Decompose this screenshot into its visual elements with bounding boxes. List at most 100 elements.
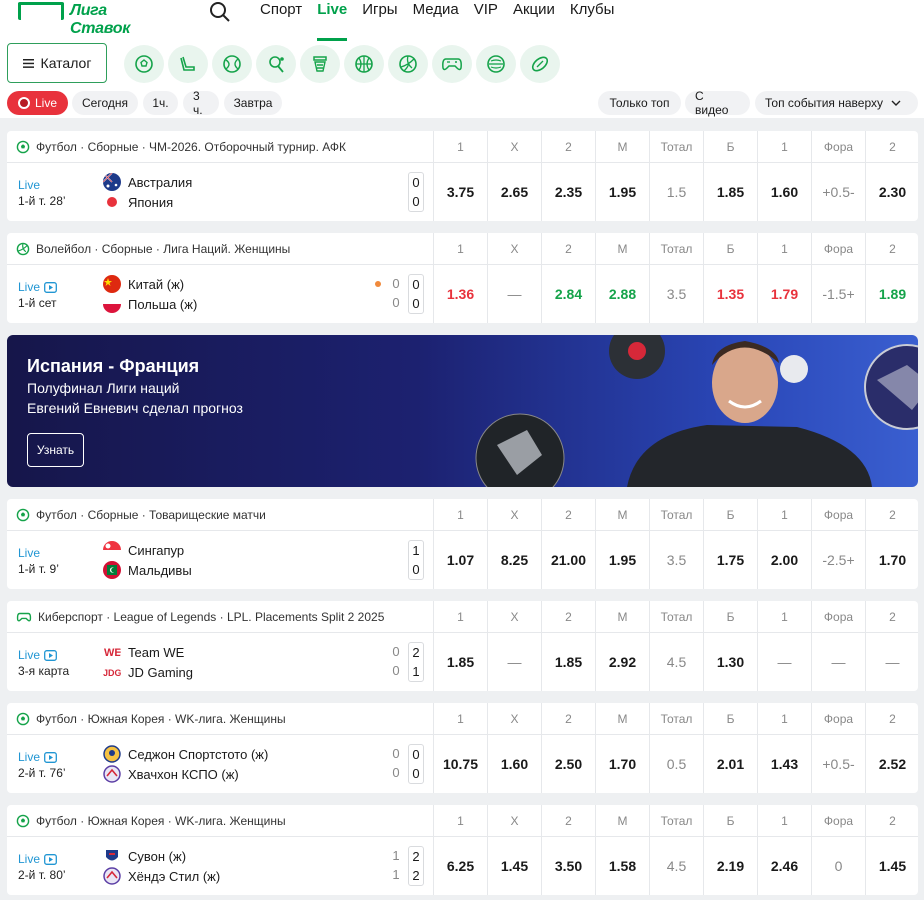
banner-button[interactable]: Узнать [27,433,84,467]
rugby-icon[interactable] [520,45,560,83]
odds-cell[interactable]: 3.75 [433,163,487,221]
odds-cell[interactable]: 1.95 [595,531,649,589]
odds-header-cell: X [487,233,541,265]
filter-today[interactable]: Сегодня [72,91,138,115]
odds-header-cell: Б [703,601,757,633]
basketball-hoop-icon[interactable] [300,45,340,83]
filter-live[interactable]: Live [7,91,68,115]
odds-cell[interactable]: 2.92 [595,633,649,691]
league-title[interactable]: Футбол · Сборные · ЧМ-2026. Отборочный т… [16,140,346,154]
filter-with-video[interactable]: С видео [685,89,750,117]
event-row[interactable]: Live 1-й сет Китай (ж) Польша (ж) 0 0 0 0 1.36—2… [7,265,918,323]
video-icon[interactable] [44,853,57,865]
event-row[interactable]: Live 2-й т. 80’ Сувон (ж) Хёндэ Стил (ж) 1 1 2… [7,837,918,895]
odds-cell[interactable]: 1.70 [865,531,918,589]
odds-cell[interactable]: 2.46 [757,837,811,895]
odds-cell[interactable]: 1.85 [703,163,757,221]
nav-media[interactable]: Медиа [413,1,459,41]
odds-header-cell: 2 [541,131,595,163]
tennis-icon[interactable] [212,45,252,83]
odds-cell[interactable]: 1.95 [595,163,649,221]
odds-cell[interactable]: 1.89 [865,265,918,323]
odds-cell[interactable]: 1.45 [865,837,918,895]
odds-cell[interactable]: 2.01 [703,735,757,793]
esports-icon[interactable] [432,45,472,83]
odds-header-cell: Б [703,703,757,735]
league-title[interactable]: Киберспорт · League of Legends · LPL. Pl… [16,610,384,624]
hockey-icon[interactable] [168,45,208,83]
team-away: Польша (ж) [103,295,197,313]
event-row[interactable]: Live 1-й т. 9’ Сингапур Мальдивы 1 0 1.07 8.25 2… [7,531,918,589]
odds-cell[interactable]: 1.60 [757,163,811,221]
odds-cell[interactable]: 1.30 [703,633,757,691]
odds-cell[interactable]: 1.45 [487,837,541,895]
odds-cell[interactable]: 1.79 [757,265,811,323]
promo-banner[interactable]: Испания - Франция Полуфинал Лиги наций Е… [7,335,918,487]
odds-cell[interactable]: 1.75 [703,531,757,589]
odds-cell[interactable]: 1.60 [487,735,541,793]
league-title[interactable]: Футбол · Южная Корея · WK-лига. Женщины [16,712,286,726]
nav-promos[interactable]: Акции [513,1,555,41]
soccer-icon[interactable] [124,45,164,83]
odds-header-cell: Тотал [649,601,703,633]
odds-cell[interactable]: — [487,633,541,691]
filter-1h[interactable]: 1ч. [143,91,178,115]
odds-cell[interactable]: — [487,265,541,323]
odds-cell: 4.5 [649,633,703,691]
odds-cell[interactable]: 1.85 [541,633,595,691]
filter-only-top[interactable]: Только топ [598,91,681,115]
video-icon[interactable] [44,281,57,293]
odds-cell[interactable]: 2.30 [865,163,918,221]
odds-cell[interactable]: 3.50 [541,837,595,895]
odds-cell[interactable]: — [757,633,811,691]
league-title[interactable]: Футбол · Сборные · Товарищеские матчи [16,508,266,522]
league-title[interactable]: Волейбол · Сборные · Лига Наций. Женщины [16,242,290,256]
event-row[interactable]: Live 3-я карта WE Team WE JDG JD Gaming 0 0 2 1 1.… [7,633,918,691]
filter-tomorrow[interactable]: Завтра [224,91,282,115]
odds-header-cell: 1 [757,805,811,837]
event-row[interactable]: Live 2-й т. 76’ Седжон Спортстото (ж) Хвачх… [7,735,918,793]
odds-cell[interactable]: 2.88 [595,265,649,323]
filter-3h[interactable]: 3 ч. [183,89,219,117]
odds-cell: 4.5 [649,837,703,895]
odds-cell[interactable]: 2.65 [487,163,541,221]
search-icon[interactable] [209,1,231,23]
basketball-icon[interactable] [344,45,384,83]
odds-cell[interactable]: 1.07 [433,531,487,589]
nav-vip[interactable]: VIP [474,1,498,41]
odds-cell[interactable]: 2.52 [865,735,918,793]
odds-cell[interactable]: 21.00 [541,531,595,589]
odds-cell: 3.5 [649,265,703,323]
nav-sport[interactable]: Спорт [260,1,302,41]
nav-games[interactable]: Игры [362,1,397,41]
league-name: Киберспорт · League of Legends · LPL. Pl… [38,610,385,624]
odds-cell[interactable]: 2.35 [541,163,595,221]
odds-cell[interactable]: 2.00 [757,531,811,589]
odds-cell[interactable]: 1.58 [595,837,649,895]
odds-cell[interactable]: 10.75 [433,735,487,793]
odds-cell[interactable]: 8.25 [487,531,541,589]
odds-cell: +0.5- [811,735,865,793]
odds-cell[interactable]: 6.25 [433,837,487,895]
event-row[interactable]: Live 1-й т. 28’ Австралия Япония 0 0 3.75 2.65 2… [7,163,918,221]
nav-clubs[interactable]: Клубы [570,1,615,41]
odds-cell[interactable]: — [865,633,918,691]
odds-cell[interactable]: 1.85 [433,633,487,691]
volleyball-icon[interactable] [388,45,428,83]
odds-cell[interactable]: 1.36 [433,265,487,323]
baseball-icon[interactable] [476,45,516,83]
league-title[interactable]: Футбол · Южная Корея · WK-лига. Женщины [16,814,286,828]
odds-cell[interactable]: 1.43 [757,735,811,793]
video-icon[interactable] [44,751,57,763]
sort-select[interactable]: Топ события наверху [755,91,918,115]
nav-live[interactable]: Live [317,1,348,41]
catalog-button[interactable]: Каталог [7,43,107,83]
odds-cell[interactable]: 2.19 [703,837,757,895]
table-tennis-icon[interactable] [256,45,296,83]
odds-cell[interactable]: 2.84 [541,265,595,323]
odds-cell[interactable]: 2.50 [541,735,595,793]
odds-cell[interactable]: 1.35 [703,265,757,323]
video-icon[interactable] [44,649,57,661]
odds-cell[interactable]: 1.70 [595,735,649,793]
logo[interactable]: Лига Ставок [18,2,160,37]
